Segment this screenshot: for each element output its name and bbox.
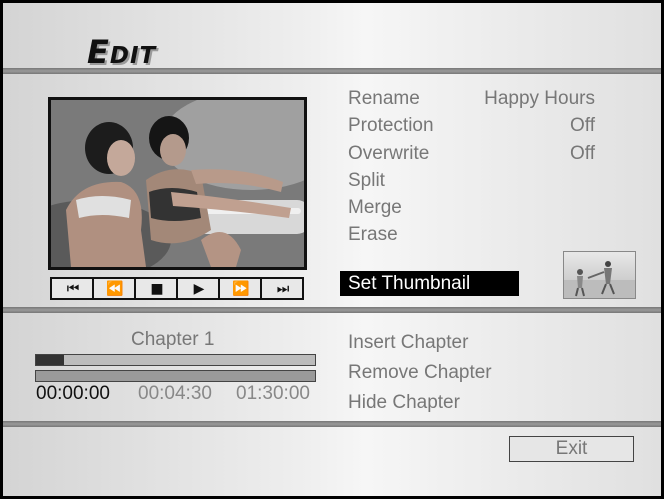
total-progress-bar[interactable] [35, 370, 316, 382]
exit-button[interactable]: Exit [509, 436, 634, 462]
menu-item-merge[interactable]: Merge [348, 197, 402, 219]
title-initial: E [87, 33, 110, 71]
preview-image [51, 100, 304, 267]
skip-back-icon[interactable]: ⏮ [52, 279, 94, 298]
chapter-label: Chapter 1 [131, 329, 215, 350]
page-title: EDIT [87, 33, 156, 71]
set-thumbnail-button[interactable]: Set Thumbnail [340, 271, 519, 296]
insert-chapter-button[interactable]: Insert Chapter [348, 332, 468, 354]
divider-bottom [3, 421, 661, 427]
skip-forward-icon[interactable]: ⏭ [262, 279, 302, 298]
playback-controls: ⏮ ⏪ ■ ▶ ⏩ ⏭ [50, 277, 304, 300]
thumbnail-preview [563, 251, 636, 299]
chapter-time: 00:04:30 [138, 383, 212, 404]
current-time: 00:00:00 [36, 383, 110, 404]
play-icon[interactable]: ▶ [178, 279, 220, 298]
remove-chapter-button[interactable]: Remove Chapter [348, 362, 492, 384]
menu-item-split[interactable]: Split [348, 170, 385, 192]
rewind-icon[interactable]: ⏪ [94, 279, 136, 298]
overwrite-value: Off [570, 143, 595, 164]
fast-forward-icon[interactable]: ⏩ [220, 279, 262, 298]
chapter-progress-fill [36, 355, 64, 365]
menu-item-overwrite[interactable]: Overwrite [348, 143, 429, 165]
total-time: 01:30:00 [236, 383, 310, 404]
video-preview [48, 97, 307, 270]
rename-value: Happy Hours [484, 88, 595, 109]
protection-value: Off [570, 115, 595, 136]
menu-item-rename[interactable]: Rename [348, 88, 420, 110]
edit-screen: EDIT ⏮ ⏪ ■ ▶ ⏩ ⏭ Rename Happy Hours Prot… [3, 3, 661, 496]
title-rest: DIT [109, 43, 157, 69]
divider-middle [3, 307, 661, 313]
menu-item-protection[interactable]: Protection [348, 115, 434, 137]
hide-chapter-button[interactable]: Hide Chapter [348, 392, 460, 414]
divider-top [3, 68, 661, 74]
chapter-progress-bar[interactable] [35, 354, 316, 366]
menu-item-erase[interactable]: Erase [348, 224, 398, 246]
stop-icon[interactable]: ■ [136, 279, 178, 298]
